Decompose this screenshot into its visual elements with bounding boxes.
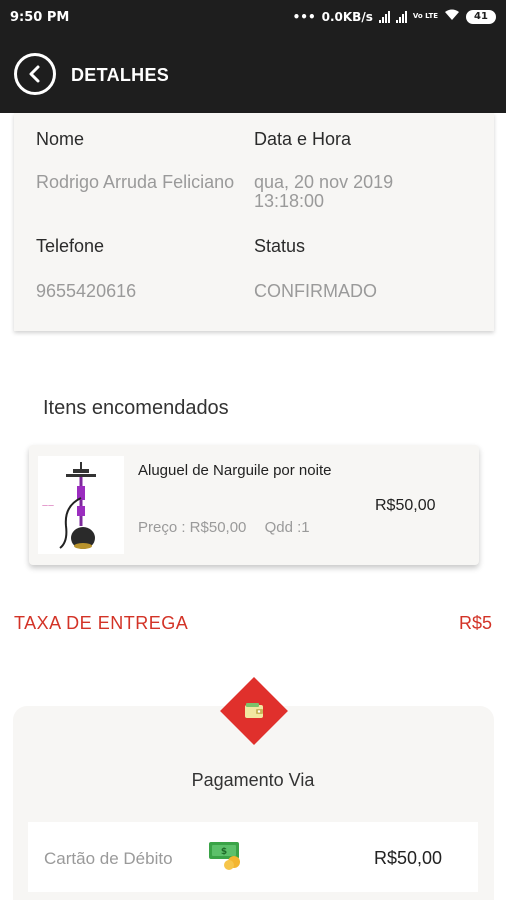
- back-button[interactable]: [14, 53, 56, 95]
- app-bar: DETALHES: [0, 36, 506, 113]
- signal-icon-2: [395, 10, 407, 23]
- order-info-card: Nome Rodrigo Arruda Feliciano Data e Hor…: [14, 113, 494, 331]
- status-time: 9:50 PM: [10, 10, 70, 25]
- items-section-title: Itens encomendados: [43, 397, 229, 419]
- signal-icon: [378, 10, 390, 23]
- date-label: Data e Hora: [254, 129, 352, 149]
- cash-icon: $: [209, 842, 240, 870]
- date-value: qua, 20 nov 2019 13:18:00: [254, 172, 394, 211]
- item-meta: Preço : R$50,00 Qdd :1: [138, 519, 310, 536]
- delivery-fee-value: R$5: [458, 613, 492, 633]
- svg-text:——: ——: [42, 502, 54, 509]
- status-value: CONFIRMADO: [254, 281, 377, 301]
- phone-value: 9655420616: [36, 281, 137, 301]
- item-quantity: Qdd :1: [264, 519, 310, 536]
- volte-icon: Vo LTE: [412, 12, 438, 20]
- status-dots: •••: [292, 9, 316, 24]
- battery-icon: 41: [466, 9, 496, 24]
- status-icons: ••• 0.0KB/s Vo LTE 41: [293, 9, 496, 24]
- name-value: Rodrigo Arruda Feliciano: [36, 172, 235, 192]
- status-bar: 9:50 PM ••• 0.0KB/s Vo LTE 41: [0, 0, 506, 36]
- status-label: Status: [254, 236, 306, 256]
- payment-method: Cartão de Débito: [44, 849, 173, 868]
- payment-amount: R$50,00: [374, 848, 443, 868]
- hookah-product-image: ——: [38, 456, 124, 554]
- chevron-left-icon: [29, 65, 40, 83]
- page-title: DETALHES: [71, 65, 170, 85]
- order-item-card: —— Aluguel de Narguile por noite Preço :…: [29, 445, 479, 565]
- item-total: R$50,00: [375, 497, 436, 514]
- item-name: Aluguel de Narguile por noite: [138, 462, 332, 479]
- item-unit-price: Preço : R$50,00: [138, 519, 247, 536]
- phone-label: Telefone: [36, 236, 105, 256]
- name-label: Nome: [36, 129, 85, 149]
- svg-text:$: $: [221, 847, 227, 857]
- network-speed: 0.0KB/s: [321, 9, 373, 24]
- payment-title: Pagamento Via: [191, 770, 315, 790]
- wallet-icon: [245, 703, 263, 718]
- payment-method-row: Cartão de Débito $ R$50,00: [28, 822, 478, 892]
- wifi-icon: [444, 9, 460, 24]
- delivery-fee-label: TAXA DE ENTREGA: [14, 613, 189, 633]
